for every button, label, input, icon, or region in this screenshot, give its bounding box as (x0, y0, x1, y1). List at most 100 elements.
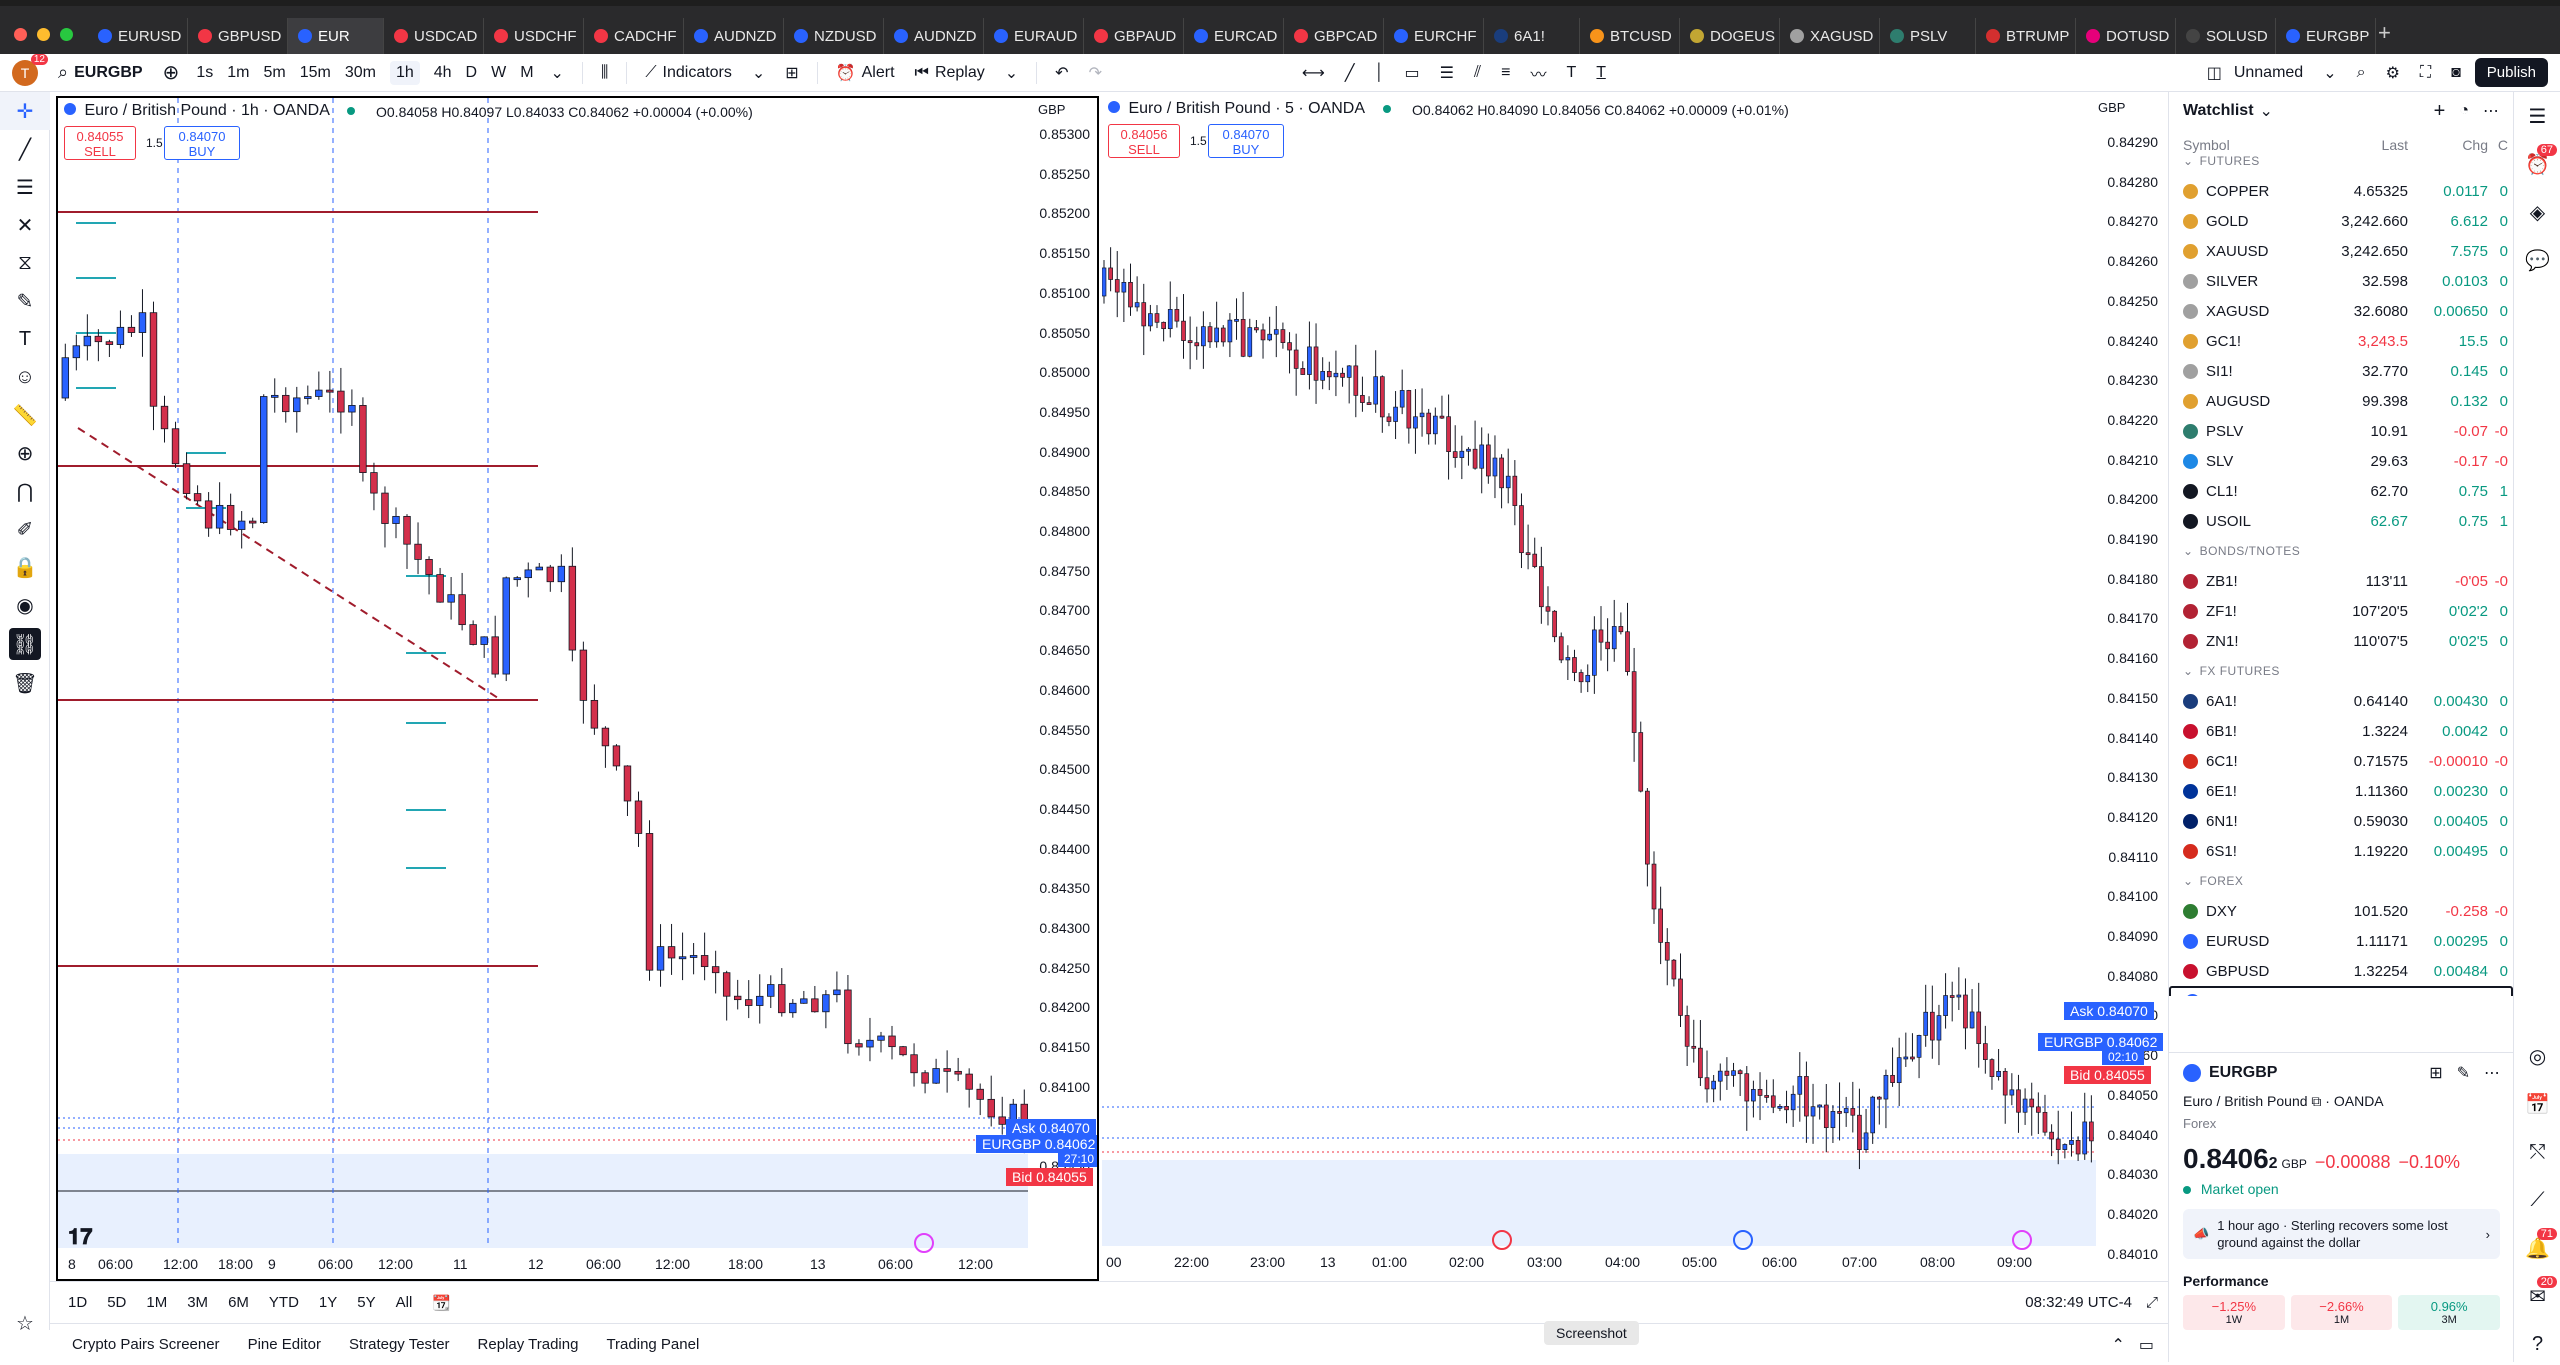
performance-cell-1w[interactable]: −1.25% 1W (2183, 1295, 2285, 1330)
interval-dropdown-chevron-icon[interactable]: ⌄ (551, 63, 564, 83)
interval-1m[interactable]: 1m (227, 64, 249, 82)
tab-btrump[interactable]: BTRUMP (1976, 18, 2076, 54)
replay-button[interactable]: Replay (935, 64, 985, 82)
ruler-icon[interactable]: 📏 (0, 396, 50, 434)
help-icon[interactable]: ? (2514, 1320, 2560, 1365)
watchlist-row[interactable]: DXY 101.520 -0.258 -0 (2169, 896, 2513, 926)
tab-eurchf[interactable]: EURCHF (1384, 18, 1484, 54)
chat-icon[interactable]: 💬 (2514, 236, 2560, 284)
layout-name-button[interactable]: Unnamed (2234, 64, 2303, 82)
watchlist-row[interactable]: ZB1! 113'11 -0'05 -0 (2169, 566, 2513, 596)
col-last[interactable]: Last (2273, 137, 2408, 153)
zoom-in-icon[interactable]: ⊕ (0, 434, 50, 472)
watchlist-row[interactable]: EURGBP0.84062-0.00088-0 (2169, 986, 2513, 996)
rectangle-icon[interactable]: ▭ (1405, 63, 1420, 83)
watchlist-chevron-icon[interactable]: ⌄ (2260, 101, 2273, 121)
interval-30m[interactable]: 30m (345, 64, 376, 82)
close-window-button[interactable] (14, 28, 27, 41)
performance-cell-3m[interactable]: 0.96% 3M (2398, 1295, 2501, 1330)
layout-chevron-icon[interactable]: ⌄ (2323, 63, 2336, 83)
news-item[interactable]: 📣 1 hour ago · Sterling recovers some lo… (2183, 1209, 2500, 1259)
layout-grid-icon[interactable]: ◫ (2207, 63, 2222, 83)
range-6m[interactable]: 6M (228, 1294, 249, 1311)
watchlist-section[interactable]: ⌄ BONDS/TNOTES (2169, 536, 2513, 566)
magnet-icon[interactable]: ⋂ (0, 472, 50, 510)
external-link-icon[interactable]: ⧉ (2311, 1093, 2325, 1109)
brush-icon[interactable]: 〰 (1531, 61, 1547, 85)
text-anchor-icon[interactable]: T̲ (1596, 64, 1606, 82)
watchlist-row[interactable]: 6A1! 0.64140 0.00430 0 (2169, 686, 2513, 716)
tab-eurusd[interactable]: EURUSD (88, 18, 188, 54)
calendar-icon[interactable]: 📅 (2514, 1080, 2560, 1128)
panel-tab-trading-panel[interactable]: Trading Panel (606, 1336, 699, 1353)
stay-in-drawing-mode-icon[interactable]: ✐ (0, 510, 50, 548)
interval-1s[interactable]: 1s (196, 64, 213, 82)
price-axis[interactable]: 0.85300 0.85250 0.85200 0.85150 0.85100 0.850… (1028, 98, 1097, 1248)
text-tool-icon[interactable]: T (0, 320, 50, 358)
interval-4h[interactable]: 4h (434, 64, 452, 82)
compare-symbol-plus-icon[interactable]: ⊕ (163, 60, 180, 85)
tab-eurgbp[interactable]: EURGBP (2276, 18, 2376, 54)
chart-type-candles-icon[interactable]: ⫼ (601, 64, 608, 82)
text-tool-icon[interactable]: T (1567, 64, 1577, 82)
watchlist-row[interactable]: PSLV 10.91 -0.07 -0 (2169, 416, 2513, 446)
symbol-search-button[interactable]: EURGBP (74, 64, 142, 82)
tab-audnzd[interactable]: AUDNZD (684, 18, 784, 54)
watchlist-icon[interactable]: ☰ (2514, 92, 2560, 140)
vertical-line-icon[interactable]: │ (1375, 64, 1385, 82)
interval-5m[interactable]: 5m (263, 64, 285, 82)
layers-icon[interactable]: ◈ (2514, 188, 2560, 236)
interval-15m[interactable]: 15m (300, 64, 331, 82)
chart-pane-5m[interactable]: Euro / British Pound · 5 · OANDA O0.8406… (1102, 96, 2166, 1281)
sell-button[interactable]: 0.84055 SELL (64, 126, 136, 160)
watchlist-row[interactable]: COPPER 4.65325 0.0117 0 (2169, 176, 2513, 206)
watchlist-row[interactable]: 6N1! 0.59030 0.00405 0 (2169, 806, 2513, 836)
details-symbol[interactable]: EURGBP (2209, 1064, 2277, 1082)
watchlist-row[interactable]: SI1! 32.770 0.145 0 (2169, 356, 2513, 386)
tab-dogeus[interactable]: DOGEUS (1680, 18, 1780, 54)
prediction-tool-icon[interactable]: ⧖ (0, 244, 50, 282)
tab-usdchf[interactable]: USDCHF (484, 18, 584, 54)
add-symbol-plus-icon[interactable]: + (2434, 100, 2446, 123)
fib-retracement-icon[interactable]: ☰ (1440, 63, 1454, 83)
time-axis[interactable]: 00 22:00 23:00 13 01:00 02:00 03:00 04:00 05:00 0… (1102, 1246, 2096, 1281)
order-quantity[interactable]: 1.5 (146, 136, 163, 150)
interval-M[interactable]: M (520, 64, 533, 82)
panel-tab-replay-trading[interactable]: Replay Trading (478, 1336, 579, 1353)
chart-canvas-5m[interactable] (1102, 96, 2166, 1281)
advanced-view-icon[interactable]: ◔ (2459, 102, 2469, 120)
edit-icon[interactable]: ✎ (2457, 1063, 2470, 1083)
tab-pslv[interactable]: PSLV (1880, 18, 1976, 54)
watchlist-row[interactable]: 6E1! 1.11360 0.00230 0 (2169, 776, 2513, 806)
tab-euraud[interactable]: EURAUD (984, 18, 1084, 54)
watchlist-row[interactable]: USOIL 62.67 0.75 1 (2169, 506, 2513, 536)
watchlist-row[interactable]: SILVER 32.598 0.0103 0 (2169, 266, 2513, 296)
alert-button[interactable]: Alert (862, 64, 895, 82)
watchlist-row[interactable]: AUGUSD 99.398 0.132 0 (2169, 386, 2513, 416)
brush-tool-icon[interactable]: ✎ (0, 282, 50, 320)
watchlist-row[interactable]: ZF1! 107'20'5 0'02'2 0 (2169, 596, 2513, 626)
watchlist-row[interactable]: SLV 29.63 -0.17 -0 (2169, 446, 2513, 476)
fullscreen-icon[interactable]: ⛶ (2420, 64, 2431, 82)
publish-button[interactable]: Publish (2474, 58, 2548, 87)
time-axis[interactable]: 8 06:00 12:00 18:00 9 06:00 12:00 11 12 06:00 12:0… (58, 1248, 1028, 1279)
watchlist-row[interactable]: GOLD 3,242.660 6.612 0 (2169, 206, 2513, 236)
watchlist-row[interactable]: 6B1! 1.3224 0.0042 0 (2169, 716, 2513, 746)
interval-1h[interactable]: 1h (389, 60, 420, 85)
watchlist-section[interactable]: ⌄ FOREX (2169, 866, 2513, 896)
watchlist-row[interactable]: ZN1! 110'07'5 0'02'5 0 (2169, 626, 2513, 656)
tab-solusd[interactable]: SOLUSD (2176, 18, 2276, 54)
buy-button[interactable]: 0.84070 BUY (164, 126, 240, 160)
replay-chevron-icon[interactable]: ⌄ (1005, 63, 1018, 83)
redo-icon[interactable]: ↷ (1089, 63, 1102, 83)
tab-usdcad[interactable]: USDCAD (384, 18, 484, 54)
notifications-bell-icon[interactable]: 🔔 71 (2514, 1224, 2560, 1272)
tab-dotusd[interactable]: DOTUSD (2076, 18, 2176, 54)
target-icon[interactable]: ◎ (2514, 1032, 2560, 1080)
favorites-star-icon[interactable]: ☆ (0, 1304, 50, 1342)
watchlist-row[interactable]: CL1! 62.70 0.75 1 (2169, 476, 2513, 506)
panel-tab-strategy-tester[interactable]: Strategy Tester (349, 1336, 450, 1353)
eye-icon[interactable]: ◉ (0, 586, 50, 624)
maximize-panel-icon[interactable]: ▭ (2139, 1335, 2154, 1355)
watchlist-title[interactable]: Watchlist (2183, 102, 2254, 120)
